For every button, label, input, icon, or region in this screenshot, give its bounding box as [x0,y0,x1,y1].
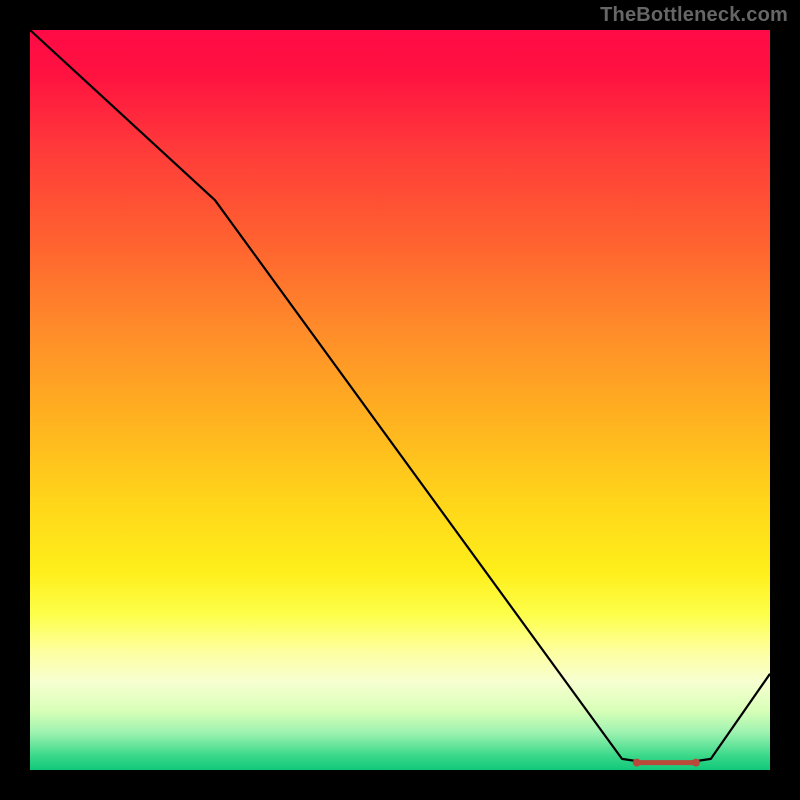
chart-frame: TheBottleneck.com [0,0,800,800]
bottleneck-curve [30,30,770,763]
marker-dot [633,759,641,767]
marker-dot [692,759,700,767]
minimum-markers [633,759,700,767]
chart-svg [30,30,770,770]
attribution-label: TheBottleneck.com [600,4,788,27]
